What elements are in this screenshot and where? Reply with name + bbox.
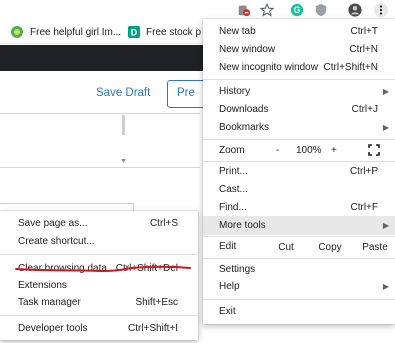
menu-item-downloads[interactable]: Downloads Ctrl+J: [203, 100, 395, 119]
menu-item-shortcut: Ctrl+Shift+Del: [115, 263, 178, 274]
copy-button[interactable]: Copy: [311, 237, 349, 257]
menu-item-shortcut: Ctrl+F: [350, 202, 379, 213]
bookmark-item[interactable]: Free helpful girl Im...: [10, 24, 121, 40]
editor-scrollbar[interactable]: [122, 115, 125, 135]
editor-area[interactable]: [0, 113, 200, 168]
menu-item-new-window[interactable]: New window Ctrl+N: [203, 40, 395, 59]
menu-item-exit[interactable]: Exit: [203, 302, 395, 321]
zoom-in-button[interactable]: +: [331, 145, 337, 156]
menu-item-shortcut: Ctrl+T: [350, 26, 379, 37]
menu-item-label: Settings: [219, 264, 256, 275]
menu-item-label: Task manager: [18, 297, 81, 308]
submenu-arrow-icon: ▶: [382, 221, 389, 230]
browser-window: G Free helpful girl Im... D Free stock p…: [0, 0, 395, 343]
menu-item-shortcut: Ctrl+Shift+I: [127, 323, 178, 334]
menu-item-history[interactable]: History ▶: [203, 82, 395, 101]
menu-item-label: New incognito window: [219, 62, 318, 73]
chrome-main-menu: New tab Ctrl+T New window Ctrl+N New inc…: [203, 19, 395, 324]
adblock-extension-icon[interactable]: [236, 2, 252, 18]
paste-button[interactable]: Paste: [357, 237, 393, 257]
menu-item-shortcut: Ctrl+N: [349, 44, 378, 55]
menu-item-label: New tab: [219, 26, 256, 37]
menu-item-label: Find...: [219, 202, 247, 213]
menu-divider: [0, 254, 198, 255]
menu-item-label: Create shortcut...: [18, 236, 95, 247]
menu-item-label: Print...: [219, 166, 248, 177]
submenu-arrow-icon: ▶: [382, 87, 389, 96]
menu-item-label: Exit: [219, 306, 236, 317]
menu-item-shortcut: Ctrl+Shift+N: [323, 62, 378, 73]
submenu-arrow-icon: ▶: [382, 282, 389, 291]
profile-avatar-icon[interactable]: [347, 2, 363, 18]
menu-item-edit: Edit Cut Copy Paste: [203, 237, 395, 257]
star-icon[interactable]: [259, 2, 275, 18]
menu-item-save-page-as[interactable]: Save page as... Ctrl+S: [0, 214, 198, 233]
menu-item-developer-tools[interactable]: Developer tools Ctrl+Shift+I: [0, 319, 198, 338]
zoom-level-value: 100%: [296, 144, 322, 156]
menu-item-shortcut: Ctrl+P: [349, 166, 378, 177]
bookmark-item[interactable]: D Free stock p: [128, 24, 201, 40]
menu-item-task-manager[interactable]: Task manager Shift+Esc: [0, 293, 198, 312]
menu-item-shortcut: Ctrl+J: [351, 104, 378, 115]
svg-text:D: D: [131, 28, 138, 38]
menu-item-cast[interactable]: Cast...: [203, 180, 395, 199]
menu-item-shortcut: Ctrl+S: [149, 218, 178, 229]
menu-item-label: Zoom: [219, 144, 245, 156]
menu-item-create-shortcut[interactable]: Create shortcut...: [0, 232, 198, 251]
menu-item-label: Help: [219, 281, 240, 292]
grammarly-icon[interactable]: G: [289, 2, 305, 18]
menu-divider: [203, 258, 395, 259]
menu-item-new-incognito-window[interactable]: New incognito window Ctrl+Shift+N: [203, 58, 395, 77]
save-draft-button[interactable]: Save Draft: [96, 87, 150, 99]
menu-item-label: New window: [219, 44, 276, 55]
menu-item-zoom: Zoom - 100% +: [203, 140, 395, 160]
menu-item-more-tools[interactable]: More tools ▶: [203, 216, 395, 235]
menu-item-label: Developer tools: [18, 323, 88, 334]
menu-item-label: Clear browsing data...: [18, 263, 116, 274]
bookmark-label: Free helpful girl Im...: [30, 26, 122, 38]
zoom-out-button[interactable]: -: [276, 145, 279, 156]
menu-item-label: Downloads: [219, 104, 269, 115]
menu-item-label: Save page as...: [18, 218, 88, 229]
menu-item-label: Cast...: [219, 184, 248, 195]
submenu-arrow-icon: ▶: [382, 123, 389, 132]
menu-item-label: More tools: [219, 220, 266, 231]
more-tools-submenu: Save page as... Ctrl+S Create shortcut..…: [0, 211, 198, 340]
bookmark-label: Free stock p: [146, 26, 202, 38]
menu-item-bookmarks[interactable]: Bookmarks ▶: [203, 118, 395, 137]
scroll-down-arrow-icon[interactable]: ▼: [120, 158, 127, 165]
svg-text:G: G: [294, 5, 301, 15]
fullscreen-icon[interactable]: [368, 144, 380, 156]
menu-divider: [0, 315, 198, 316]
three-dot-menu-icon[interactable]: [373, 2, 389, 18]
cut-button[interactable]: Cut: [269, 237, 303, 257]
menu-item-new-tab[interactable]: New tab Ctrl+T: [203, 22, 395, 41]
site-favicon-icon: D: [128, 26, 140, 38]
menu-item-shortcut: Shift+Esc: [135, 297, 178, 308]
menu-item-label: Bookmarks: [219, 122, 270, 133]
site-favicon-icon: [11, 26, 23, 38]
menu-item-help[interactable]: Help ▶: [203, 277, 395, 296]
shield-extension-icon[interactable]: [313, 2, 329, 18]
menu-item-label: History: [219, 86, 251, 97]
browser-toolbar: G: [0, 0, 395, 20]
menu-item-print[interactable]: Print... Ctrl+P: [203, 162, 395, 181]
menu-divider: [203, 299, 395, 300]
menu-item-label: Edit: [219, 241, 237, 252]
menu-item-label: Extensions: [18, 280, 67, 291]
menu-divider: [203, 79, 395, 80]
menu-item-find[interactable]: Find... Ctrl+F: [203, 198, 395, 217]
